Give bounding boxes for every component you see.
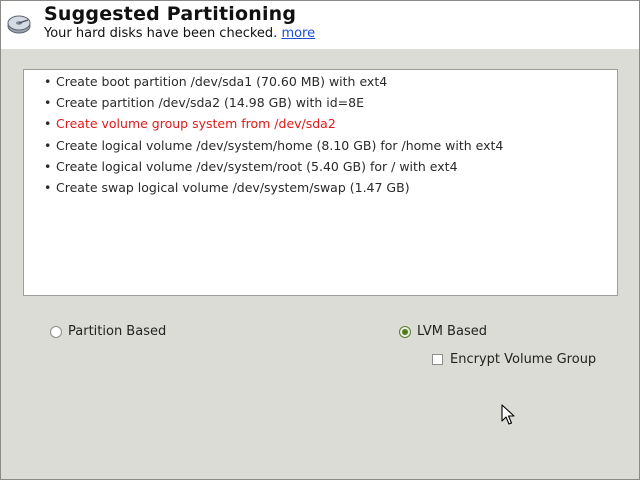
encrypt-volume-group-checkbox[interactable] [432,354,443,365]
bullet-icon: • [44,158,52,174]
partition-summary-box: • Create boot partition /dev/sda1 (70.60 … [23,69,618,296]
summary-item-text: Create volume group system from /dev/sda… [56,116,336,132]
page-title: Suggested Partitioning [44,3,297,25]
bullet-icon: • [44,116,52,132]
subtitle-text: Your hard disks have been checked. [44,26,278,41]
lvm-based-radio[interactable] [399,326,411,338]
partition-based-radio[interactable] [50,326,62,338]
summary-item: • Create logical volume /dev/system/root … [44,156,503,177]
summary-item-text: Create logical volume /dev/system/home (… [56,137,504,153]
bullet-icon: • [44,74,52,89]
installer-window: Suggested Partitioning Your hard disks h… [0,0,640,480]
encrypt-volume-group-label[interactable]: Encrypt Volume Group [450,352,596,367]
bullet-icon: • [44,180,52,196]
summary-item: • Create boot partition /dev/sda1 (70.60 … [44,71,503,92]
bullet-icon: • [44,95,52,111]
bullet-icon: • [44,137,52,153]
page-header: Suggested Partitioning Your hard disks h… [1,1,639,49]
lvm-based-label[interactable]: LVM Based [417,324,487,339]
more-link[interactable]: more [281,26,315,41]
summary-item: • Create logical volume /dev/system/home … [44,135,503,156]
mouse-pointer-icon [501,404,515,425]
hard-disk-icon [7,15,31,34]
summary-item: • Create volume group system from /dev/sd… [44,113,503,134]
summary-item-text: Create logical volume /dev/system/root (… [56,158,458,174]
summary-item-text: Create swap logical volume /dev/system/s… [56,180,410,196]
partition-summary-list: • Create boot partition /dev/sda1 (70.60 … [44,71,503,198]
page-subtitle: Your hard disks have been checked. more [44,26,315,41]
summary-item-text: Create partition /dev/sda2 (14.98 GB) wi… [56,95,364,111]
summary-item-text: Create boot partition /dev/sda1 (70.60 M… [56,74,388,89]
partition-based-label[interactable]: Partition Based [68,324,166,339]
summary-item: • Create swap logical volume /dev/system/… [44,177,503,198]
summary-item: • Create partition /dev/sda2 (14.98 GB) w… [44,92,503,113]
